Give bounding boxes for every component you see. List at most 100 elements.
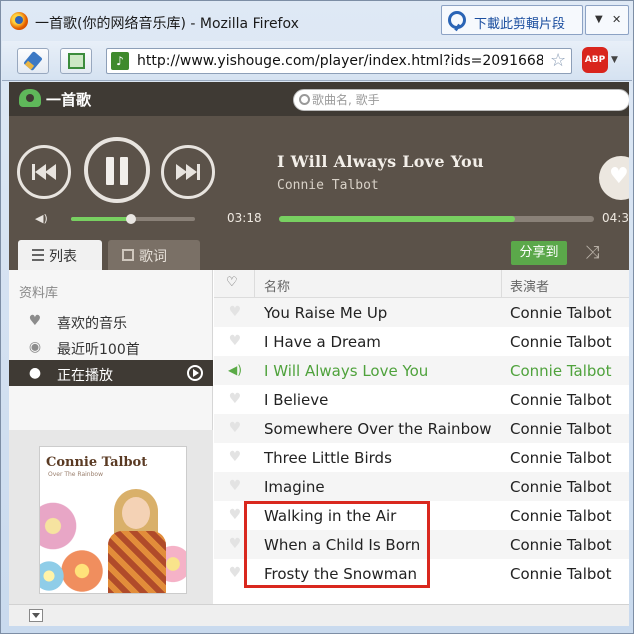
url-text[interactable]: http://www.yishouge.com/player/index.htm… [137,53,543,69]
song-artist: Connie Talbot [510,333,612,351]
volume-slider[interactable] [71,214,195,224]
song-artist: Connie Talbot [510,304,612,322]
table-row[interactable]: ♥ Imagine Connie Talbot [214,472,629,501]
column-header-name[interactable]: 名称 [264,276,290,295]
column-divider[interactable] [501,270,502,298]
tab-lyrics-label: 歌词 [139,249,167,265]
progress-fill [279,216,516,222]
edit-toolbar-button[interactable] [17,48,49,74]
table-row[interactable]: ◀) I Will Always Love You Connie Talbot [214,356,629,385]
volume-fill [71,217,131,221]
sidebar-item-label: 最近听100首 [57,342,140,358]
song-name: Imagine [264,478,325,496]
bookmark-star-icon[interactable]: ☆ [550,51,566,71]
share-button[interactable]: 分享到 [511,241,567,265]
heart-icon[interactable]: ♥ [227,333,243,349]
heart-icon[interactable]: ♥ [227,449,243,465]
heart-icon[interactable]: ♥ [227,478,243,494]
view-tabs: 列表 歌词 分享到 ⤨ [9,236,629,270]
person-icon: ● [28,365,42,381]
site-favicon-icon: ♪ [111,52,129,70]
heart-icon[interactable]: ♥ [227,304,243,320]
heart-icon[interactable]: ♥ [227,565,243,581]
sidebar-item-label: 喜欢的音乐 [57,316,127,332]
next-button[interactable] [161,145,215,199]
status-bar [9,604,629,626]
pause-icon [106,157,128,185]
clip-download-icon [448,11,466,29]
flower-decoration [40,499,80,553]
previous-icon [32,164,56,180]
app-logo-icon [19,89,41,107]
navigation-toolbar: ♪ http://www.yishouge.com/player/index.h… [2,41,632,81]
heart-icon[interactable]: ♥ [227,507,243,523]
column-header-artist[interactable]: 表演者 [510,276,549,295]
tab-list[interactable]: 列表 [18,240,102,270]
window-title: 一首歌(你的网络音乐库) - Mozilla Firefox [35,16,299,32]
song-artist: Connie Talbot [510,565,612,583]
song-artist: Connie Talbot [510,391,612,409]
dropdown-arrow-icon[interactable]: ▼ [595,14,603,25]
song-name: Three Little Birds [264,449,392,467]
song-artist: Connie Talbot [510,478,612,496]
heart-icon[interactable]: ♥ [227,420,243,436]
table-header: ♡ 名称 表演者 [214,270,629,298]
recent-icon: ◉ [28,339,42,355]
search-input[interactable] [312,93,612,107]
album-cover: Connie Talbot Over The Rainbow [39,446,187,594]
library-title: 资料库 [19,286,59,301]
table-row[interactable]: ♥ I Have a Dream Connie Talbot [214,327,629,356]
heart-icon[interactable]: ♥ [227,536,243,552]
shuffle-icon[interactable]: ⤨ [585,242,599,263]
collapse-button[interactable] [29,609,43,622]
adblock-plus-icon: ABP [582,47,608,73]
song-name: I Have a Dream [264,333,381,351]
browser-window: 一首歌(你的网络音乐库) - Mozilla Firefox 下載此剪輯片段 ▼… [0,0,634,634]
play-icon[interactable] [187,365,203,381]
chevron-down-icon[interactable]: ▼ [611,55,618,65]
like-column-heart-icon: ♡ [226,275,238,290]
song-artist: Connie Talbot [510,507,612,525]
firefox-logo-icon [10,12,28,30]
close-icon[interactable]: ✕ [612,13,621,26]
track-artist[interactable]: Connie Talbot [277,178,379,193]
previous-button[interactable] [17,145,71,199]
volume-icon[interactable]: ◀) [35,212,48,225]
table-row[interactable]: ♥ Somewhere Over the Rainbow Connie Talb… [214,414,629,443]
cover-figure-face [122,497,150,529]
track-title: I Will Always Love You [277,152,484,171]
total-time: 04:3 [602,211,629,225]
address-bar[interactable]: ♪ http://www.yishouge.com/player/index.h… [106,48,572,74]
tab-lyrics[interactable]: 歌词 [108,240,200,270]
image-icon [68,53,85,69]
cover-album-title: Over The Rainbow [48,471,103,478]
sidebar-item-favorites[interactable]: ♥ 喜欢的音乐 [9,308,213,334]
app-name: 一首歌 [46,91,92,109]
table-row[interactable]: ♥ I Believe Connie Talbot [214,385,629,414]
table-row[interactable]: ♥ Three Little Birds Connie Talbot [214,443,629,472]
song-name: I Will Always Love You [264,362,429,380]
sidebar-item-now-playing[interactable]: ● 正在播放 [9,360,213,386]
pause-button[interactable] [84,137,150,203]
song-artist: Connie Talbot [510,536,612,554]
table-row[interactable]: ♥ You Raise Me Up Connie Talbot [214,298,629,327]
search-box[interactable] [293,89,629,111]
download-clip-button[interactable]: 下載此剪輯片段 [441,5,583,35]
progress-bar[interactable] [279,216,594,222]
app-header: 一首歌 [9,82,629,116]
song-artist: Connie Talbot [510,420,612,438]
like-button[interactable]: ♥ [599,156,629,200]
song-name: I Believe [264,391,329,409]
song-name: Somewhere Over the Rainbow [264,420,492,438]
song-artist: Connie Talbot [510,362,612,380]
volume-knob[interactable] [125,214,136,224]
current-time: 03:18 [227,211,262,225]
column-divider[interactable] [254,270,255,298]
cover-figure-dress [108,531,166,593]
sidebar-item-recent[interactable]: ◉ 最近听100首 [9,334,213,360]
heart-icon[interactable]: ♥ [227,391,243,407]
highlight-annotation [244,501,430,588]
next-icon [176,164,200,180]
adblock-plus-button[interactable]: ABP ▼ [582,47,622,75]
screenshot-toolbar-button[interactable] [60,48,92,74]
